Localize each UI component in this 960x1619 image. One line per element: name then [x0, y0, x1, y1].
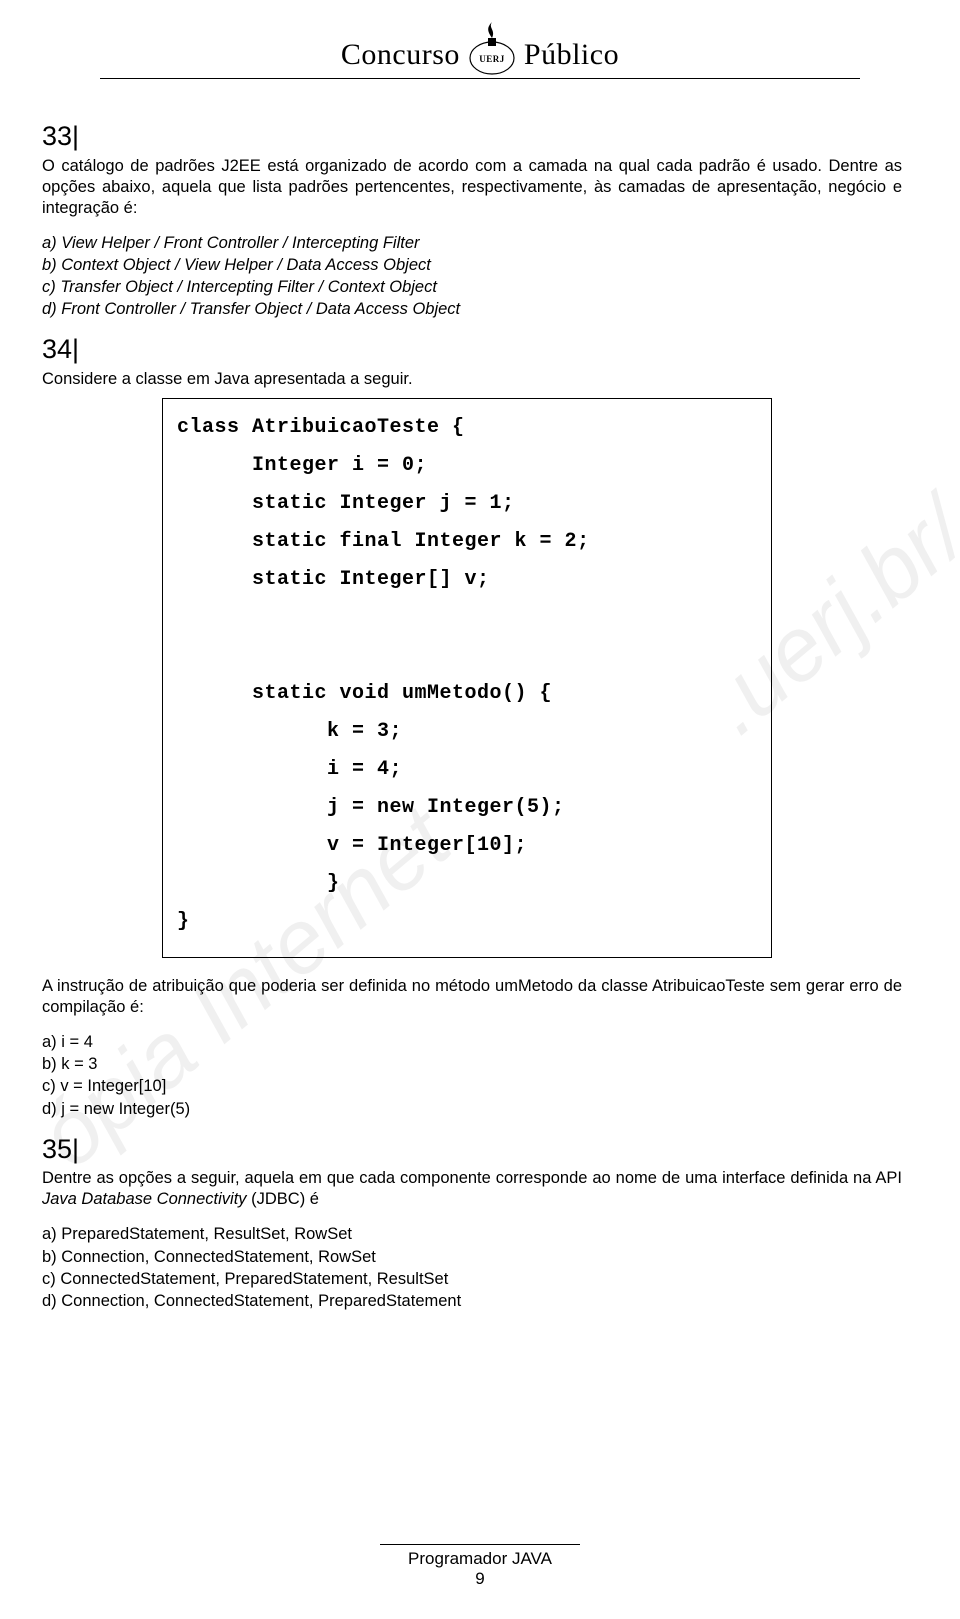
q34-intro: Considere a classe em Java apresentada a…	[42, 369, 902, 390]
q35-options: a) PreparedStatement, ResultSet, RowSet …	[42, 1224, 902, 1311]
header-title-left: Concurso	[341, 38, 460, 72]
page-footer: Programador JAVA 9	[0, 1544, 960, 1589]
q35-number: 35|	[42, 1132, 902, 1167]
page-content: 33| O catálogo de padrões J2EE está orga…	[0, 79, 960, 1312]
page-header: Concurso UERJ Público	[0, 0, 960, 79]
header-title-right: Público	[524, 38, 619, 72]
q33-opt-d: d) Front Controller / Transfer Object / …	[42, 299, 902, 320]
q33-options: a) View Helper / Front Controller / Inte…	[42, 233, 902, 320]
q33-opt-b: b) Context Object / View Helper / Data A…	[42, 255, 902, 276]
q35-text-italic: Java Database Connectivity	[42, 1190, 247, 1208]
footer-title: Programador JAVA	[0, 1549, 960, 1569]
uerj-logo-icon: UERJ	[464, 18, 520, 78]
q34-code-box: class AtribuicaoTeste { Integer i = 0; s…	[162, 398, 772, 958]
q33-opt-a: a) View Helper / Front Controller / Inte…	[42, 233, 902, 254]
q33-number: 33|	[42, 119, 902, 154]
q33-text: O catálogo de padrões J2EE está organiza…	[42, 156, 902, 219]
q34-number: 34|	[42, 332, 902, 367]
q35-opt-d: d) Connection, ConnectedStatement, Prepa…	[42, 1291, 902, 1312]
q34-opt-d: d) j = new Integer(5)	[42, 1099, 902, 1120]
q33-opt-c: c) Transfer Object / Intercepting Filter…	[42, 277, 902, 298]
svg-text:UERJ: UERJ	[479, 54, 505, 64]
q34-opt-b: b) k = 3	[42, 1054, 902, 1075]
q35-opt-c: c) ConnectedStatement, PreparedStatement…	[42, 1269, 902, 1290]
footer-rule	[380, 1544, 580, 1545]
q35-text: Dentre as opções a seguir, aquela em que…	[42, 1168, 902, 1210]
q34-opt-a: a) i = 4	[42, 1032, 902, 1053]
q35-opt-b: b) Connection, ConnectedStatement, RowSe…	[42, 1247, 902, 1268]
q34-opt-c: c) v = Integer[10]	[42, 1076, 902, 1097]
q35-text-part2: (JDBC) é	[247, 1190, 319, 1208]
footer-page-number: 9	[0, 1569, 960, 1589]
q34-options: a) i = 4 b) k = 3 c) v = Integer[10] d) …	[42, 1032, 902, 1119]
q35-opt-a: a) PreparedStatement, ResultSet, RowSet	[42, 1224, 902, 1245]
q34-text2: A instrução de atribuição que poderia se…	[42, 976, 902, 1018]
q35-text-part1: Dentre as opções a seguir, aquela em que…	[42, 1169, 902, 1187]
